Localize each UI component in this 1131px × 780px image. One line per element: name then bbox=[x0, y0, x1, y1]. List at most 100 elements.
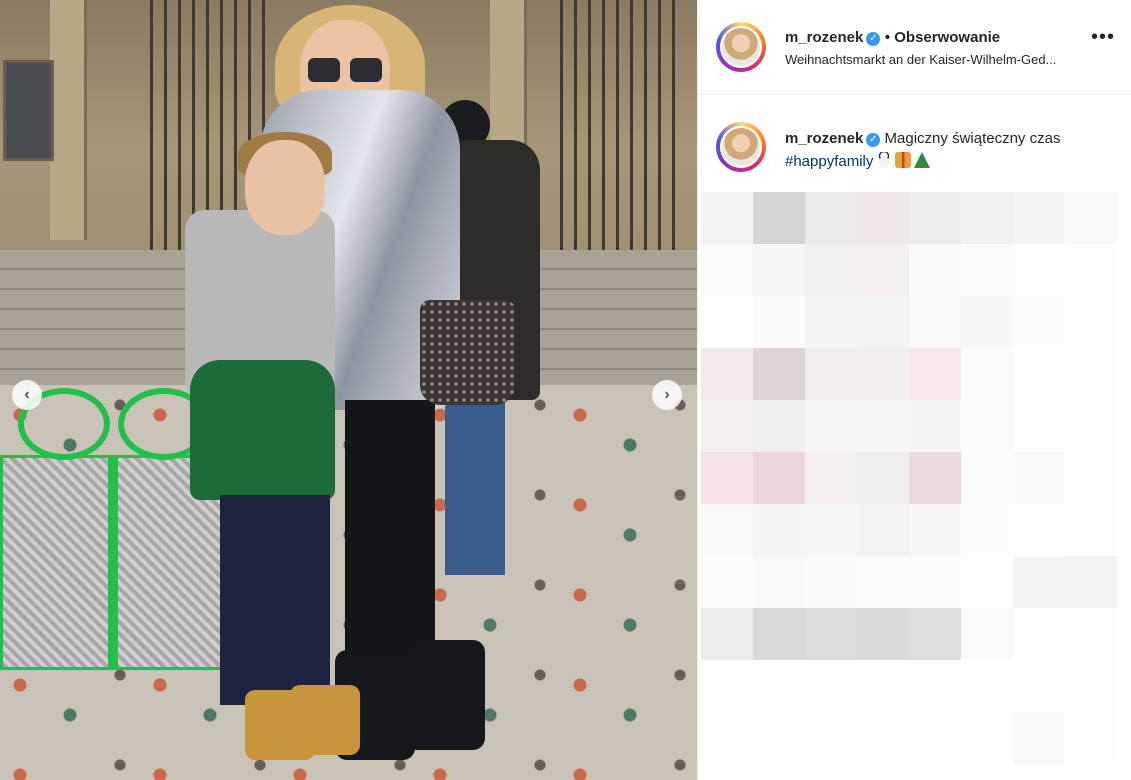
pixel-tile bbox=[805, 660, 857, 712]
pixel-tile bbox=[961, 556, 1013, 608]
pixel-tile bbox=[909, 452, 961, 504]
post-side-panel: m_rozenek ✓ • Obserwowanie Weihnachtsmark… bbox=[697, 0, 1131, 780]
pixel-tile bbox=[753, 192, 805, 244]
pixel-tile bbox=[1065, 244, 1117, 296]
pixel-tile bbox=[909, 712, 961, 764]
gift-icon bbox=[895, 152, 912, 168]
pixel-tile bbox=[1065, 348, 1117, 400]
pixel-tile bbox=[909, 608, 961, 660]
verified-badge-icon: ✓ bbox=[866, 133, 881, 147]
post-location[interactable]: Weihnachtsmarkt an der Kaiser-Wilhelm-Ge… bbox=[785, 52, 1120, 67]
pixel-tile bbox=[961, 712, 1013, 764]
pixel-tile bbox=[857, 244, 909, 296]
caption-text: Magiczny świąteczny czas bbox=[884, 130, 1061, 147]
pixel-tile bbox=[1013, 192, 1065, 244]
caption-avatar[interactable] bbox=[716, 122, 766, 172]
following-button[interactable]: • Obserwowanie bbox=[885, 29, 1000, 46]
pixel-tile bbox=[857, 504, 909, 556]
pixel-tile bbox=[701, 244, 753, 296]
sunglasses bbox=[308, 58, 382, 84]
pixel-tile bbox=[753, 660, 805, 712]
more-options-icon[interactable]: ••• bbox=[1091, 27, 1115, 47]
pixel-tile bbox=[1013, 504, 1065, 556]
pixel-tile bbox=[701, 660, 753, 712]
pillar bbox=[50, 0, 87, 240]
bystander-jeans bbox=[445, 395, 505, 575]
pixel-tile bbox=[1065, 608, 1117, 660]
pixel-tile bbox=[805, 400, 857, 452]
hashtag-link[interactable]: #happyfamily bbox=[785, 153, 873, 170]
pixel-tile bbox=[857, 452, 909, 504]
pixel-tile bbox=[857, 608, 909, 660]
pixel-tile bbox=[1065, 400, 1117, 452]
pixel-tile bbox=[701, 712, 753, 764]
pixel-tile bbox=[701, 296, 753, 348]
pixel-tile bbox=[753, 608, 805, 660]
pixel-tile bbox=[909, 244, 961, 296]
snowman-icon bbox=[876, 152, 893, 168]
pixel-tile bbox=[1065, 556, 1117, 608]
pixelated-comments-area bbox=[701, 192, 1117, 764]
author-avatar[interactable] bbox=[716, 22, 766, 72]
pixel-tile bbox=[1013, 608, 1065, 660]
pixel-tile bbox=[753, 712, 805, 764]
pixel-tile bbox=[961, 608, 1013, 660]
iron-gate bbox=[560, 0, 680, 250]
pixel-tile bbox=[857, 348, 909, 400]
pixel-tile bbox=[857, 296, 909, 348]
pixel-tile bbox=[753, 452, 805, 504]
pixel-tile bbox=[701, 400, 753, 452]
pixel-tile bbox=[805, 712, 857, 764]
pixel-tile bbox=[1013, 244, 1065, 296]
carousel-next-button[interactable]: › bbox=[652, 380, 682, 410]
pixel-tile bbox=[857, 556, 909, 608]
pixel-tile bbox=[909, 400, 961, 452]
pixel-tile bbox=[857, 400, 909, 452]
pixel-tile bbox=[961, 244, 1013, 296]
pixel-tile bbox=[753, 348, 805, 400]
pixel-tile bbox=[805, 244, 857, 296]
pixel-tile bbox=[753, 400, 805, 452]
pixel-tile bbox=[961, 504, 1013, 556]
handbag bbox=[420, 300, 515, 405]
post-photo[interactable]: ‹ › bbox=[0, 0, 697, 780]
pixel-tile bbox=[701, 504, 753, 556]
pixel-tile bbox=[909, 504, 961, 556]
pixel-tile bbox=[805, 348, 857, 400]
verified-badge-icon: ✓ bbox=[866, 32, 881, 46]
pixel-tile bbox=[961, 296, 1013, 348]
pixel-tile bbox=[961, 192, 1013, 244]
pixel-tile bbox=[909, 296, 961, 348]
pixel-tile bbox=[909, 348, 961, 400]
post-header: m_rozenek ✓ • Obserwowanie Weihnachtsmark… bbox=[698, 0, 1131, 95]
pixel-tile bbox=[753, 556, 805, 608]
pixel-tile bbox=[1065, 296, 1117, 348]
pixel-tile bbox=[1013, 660, 1065, 712]
pixel-tile bbox=[909, 556, 961, 608]
pixel-tile bbox=[1065, 192, 1117, 244]
pixel-tile bbox=[805, 556, 857, 608]
pixel-tile bbox=[701, 348, 753, 400]
pixel-tile bbox=[805, 296, 857, 348]
pixel-tile bbox=[1013, 556, 1065, 608]
tan-boot bbox=[290, 685, 360, 755]
woman-leggings bbox=[345, 400, 435, 670]
pixel-tile bbox=[805, 504, 857, 556]
pixel-tile bbox=[1013, 712, 1065, 764]
pixel-tile bbox=[909, 192, 961, 244]
pixel-tile bbox=[909, 660, 961, 712]
window bbox=[3, 60, 54, 161]
pixel-tile bbox=[805, 452, 857, 504]
pixel-tile bbox=[1065, 712, 1117, 764]
pixel-tile bbox=[701, 192, 753, 244]
author-username[interactable]: m_rozenek bbox=[785, 29, 863, 46]
pixel-tile bbox=[1065, 660, 1117, 712]
carousel-prev-button[interactable]: ‹ bbox=[12, 380, 42, 410]
pixel-tile bbox=[1013, 348, 1065, 400]
pixel-tile bbox=[1065, 504, 1117, 556]
christmas-tree-icon bbox=[914, 152, 931, 168]
caption-username[interactable]: m_rozenek bbox=[785, 130, 863, 147]
pixel-tile bbox=[753, 504, 805, 556]
pixel-tile bbox=[961, 452, 1013, 504]
pixel-tile bbox=[753, 244, 805, 296]
